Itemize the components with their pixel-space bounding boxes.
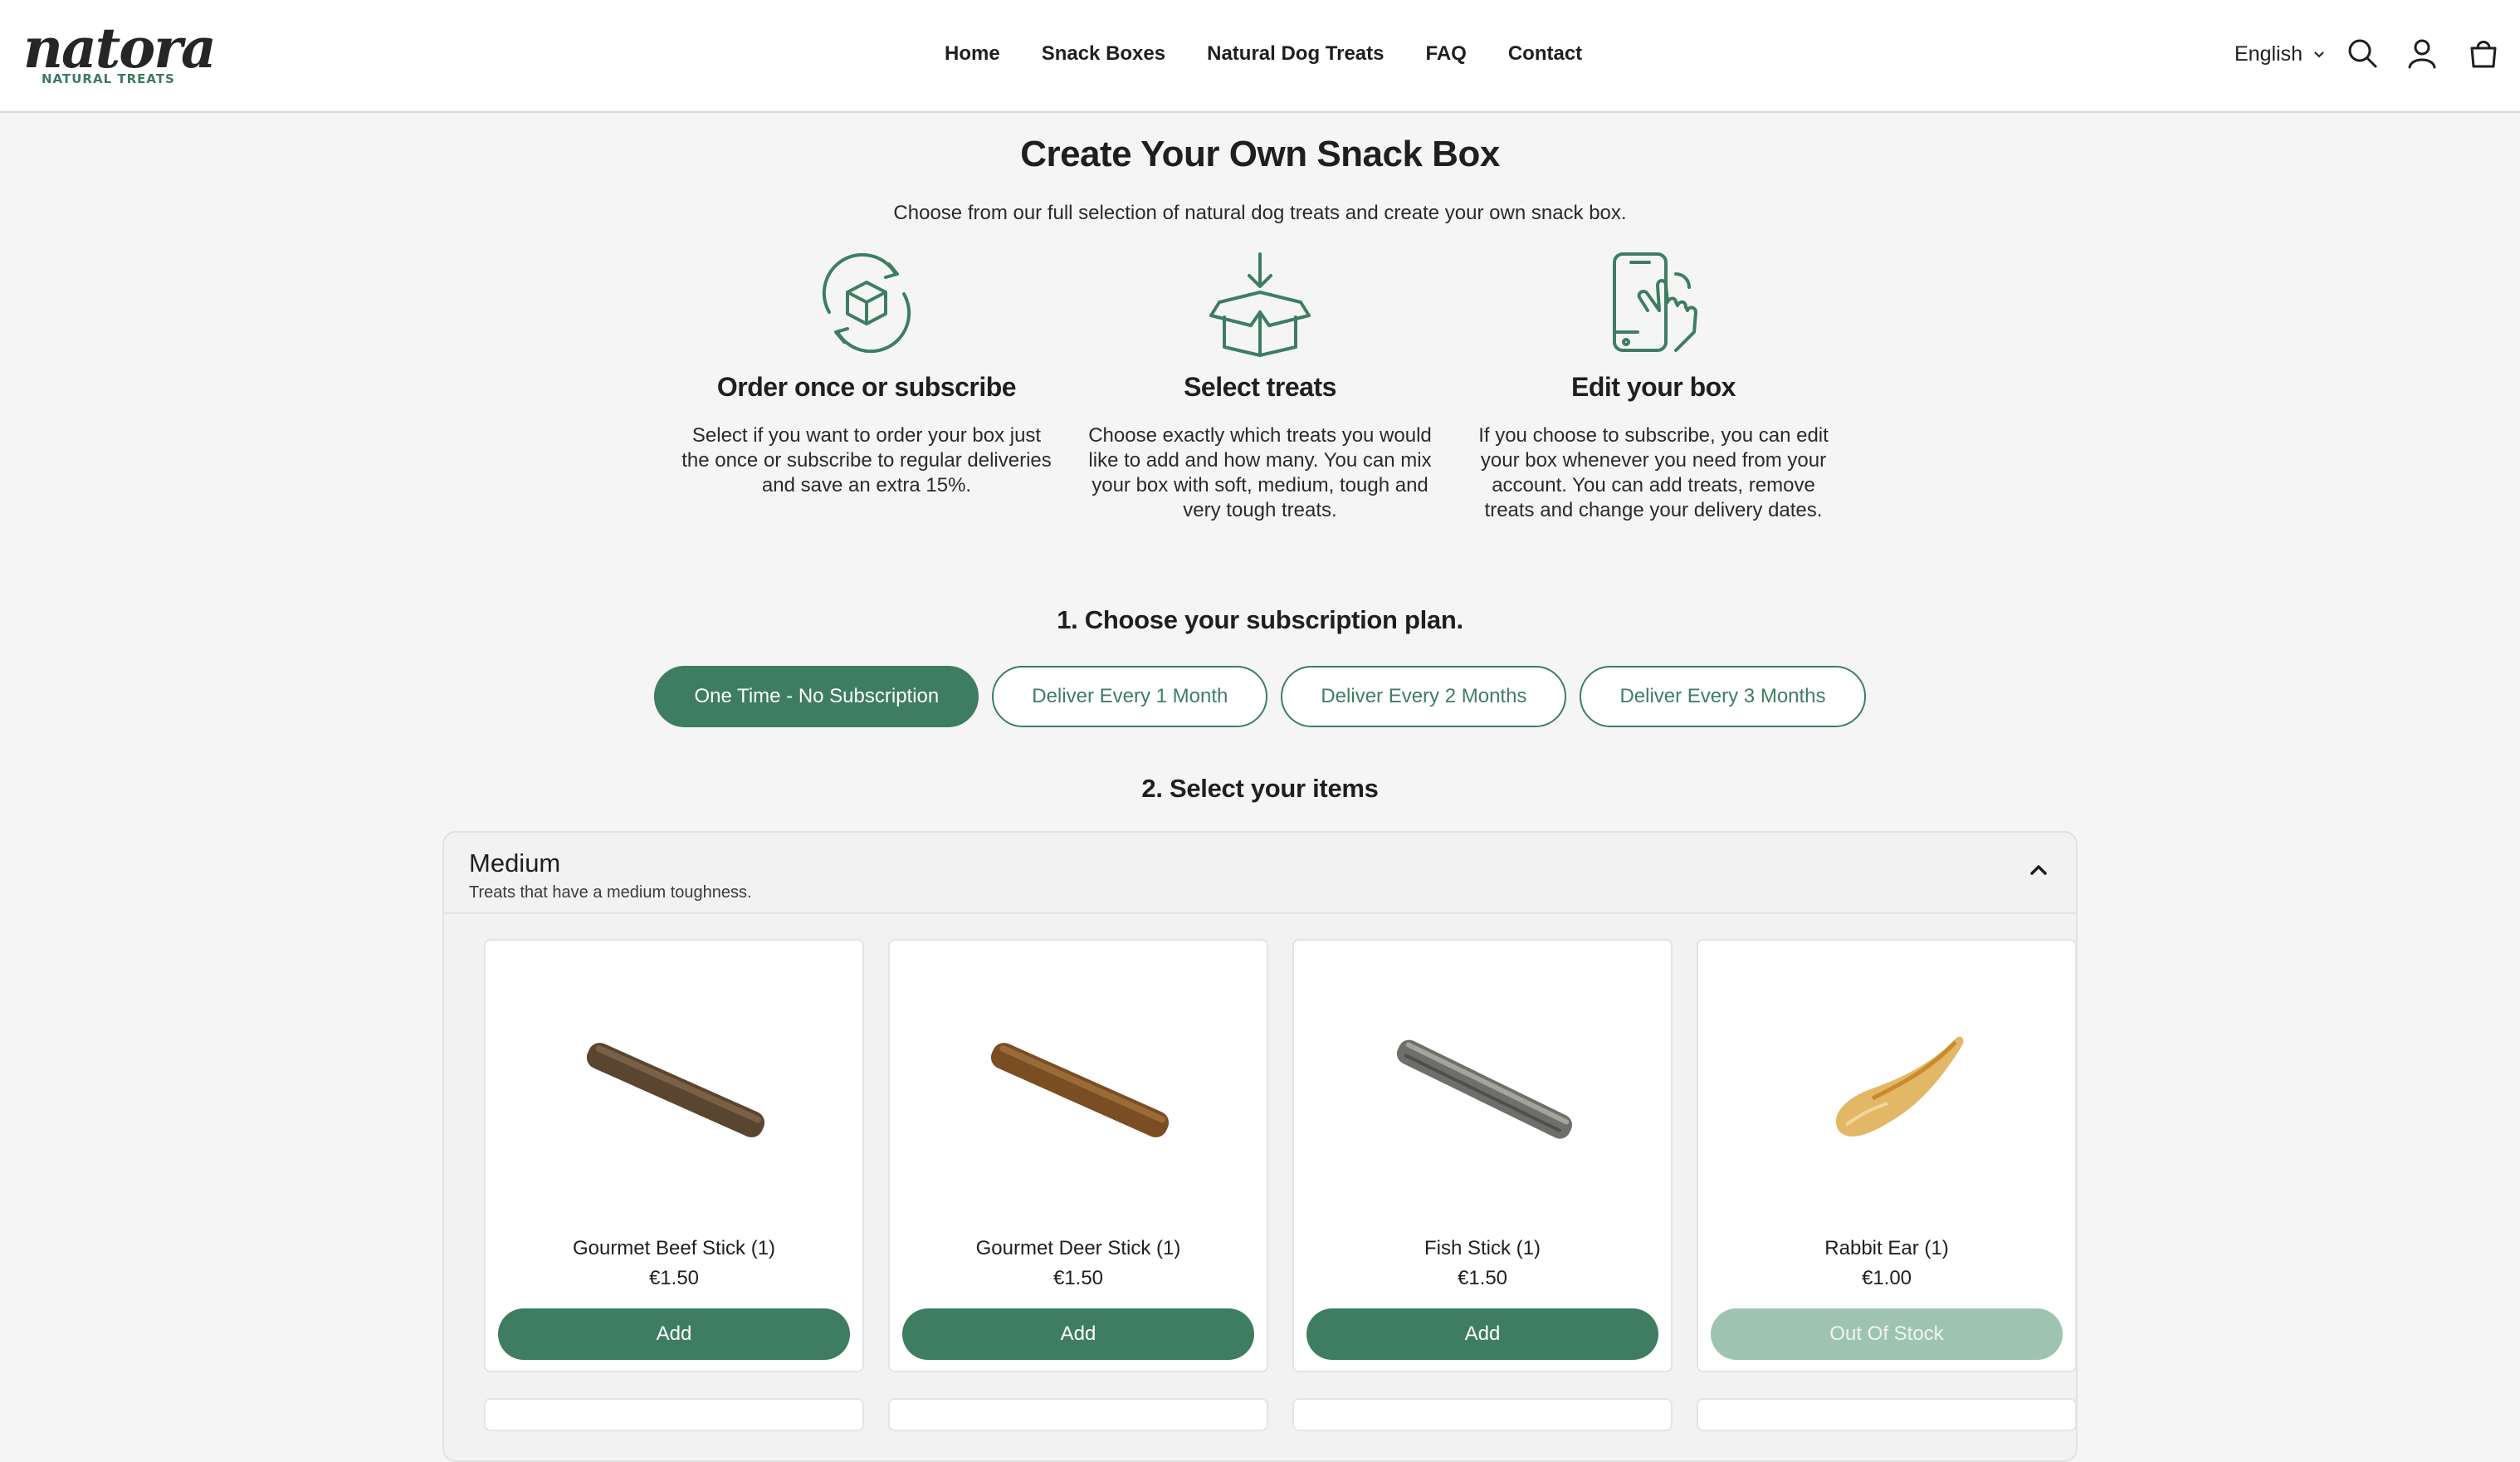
page-title: Create Your Own Snack Box [1020, 134, 1500, 174]
product-name: Fish Stick (1) [1424, 1237, 1541, 1259]
step-description: Choose exactly which treats you would li… [1088, 424, 1432, 521]
chevron-down-icon [2314, 51, 2324, 58]
product-card: Gourmet Beef Stick (1) €1.50 Add [484, 939, 864, 1372]
open-box-icon [1209, 252, 1311, 357]
step-title: Select treats [1184, 372, 1336, 402]
product-name: Gourmet Deer Stick (1) [975, 1237, 1181, 1259]
subscription-plan-options: One Time - No Subscription Deliver Every… [0, 666, 2520, 727]
natora-logo[interactable]: natora NATURAL TREATS [23, 18, 217, 93]
step-order-once-or-subscribe: Order once or subscribe Select if you wa… [676, 249, 1057, 498]
product-card [484, 1398, 864, 1431]
plan-every-3-months-button[interactable]: Deliver Every 3 Months [1580, 666, 1866, 727]
phone-tap-icon [1613, 252, 1697, 352]
nav-home[interactable]: Home [945, 40, 1000, 68]
nav-snack-boxes[interactable]: Snack Boxes [1042, 40, 1165, 68]
language-selector[interactable]: English [2234, 40, 2326, 68]
page-subtitle: Choose from our full selection of natura… [893, 202, 1627, 224]
fish-stick-image [1396, 1039, 1572, 1139]
main-nav: Home Snack Boxes Natural Dog Treats FAQ … [945, 40, 1582, 68]
product-name: Gourmet Beef Stick (1) [572, 1237, 776, 1259]
product-price: €1.50 [1052, 1267, 1104, 1289]
site-header: natora NATURAL TREATS Home Snack Boxes N… [0, 0, 2520, 113]
box-cycle-icon [822, 252, 911, 354]
product-card: Gourmet Deer Stick (1) €1.50 Add [888, 939, 1268, 1372]
product-price: €1.00 [1861, 1267, 1912, 1289]
step-description: Select if you want to order your box jus… [681, 424, 1052, 496]
logo-tagline: NATURAL TREATS [42, 71, 175, 86]
step-title: Order once or subscribe [716, 372, 1017, 402]
plan-every-2-months-button[interactable]: Deliver Every 2 Months [1281, 666, 1567, 727]
add-to-box-button[interactable]: Add [498, 1308, 850, 1360]
select-items-heading: 2. Select your items [1141, 774, 1379, 803]
product-card [888, 1398, 1268, 1431]
add-to-box-button[interactable]: Add [1306, 1308, 1658, 1360]
step-select-treats: Select treats Choose exactly which treat… [1069, 249, 1451, 523]
chevron-up-icon[interactable] [2026, 858, 2051, 883]
cart-icon[interactable] [2467, 37, 2500, 70]
plan-every-1-month-button[interactable]: Deliver Every 1 Month [992, 666, 1268, 727]
product-card: Rabbit Ear (1) €1.00 Out Of Stock [1697, 939, 2077, 1372]
search-icon[interactable] [2346, 37, 2379, 70]
product-name: Rabbit Ear (1) [1824, 1237, 1949, 1259]
category-title: Medium [469, 848, 561, 878]
beef-stick-image [586, 1043, 765, 1137]
rabbit-ear-image [1835, 1036, 1964, 1137]
out-of-stock-button: Out Of Stock [1711, 1308, 2063, 1360]
deer-stick-image [990, 1043, 1170, 1137]
step-title: Edit your box [1571, 372, 1736, 402]
nav-contact[interactable]: Contact [1508, 40, 1582, 68]
category-header[interactable]: Medium Treats that have a medium toughne… [444, 833, 2076, 914]
language-label: English [2234, 42, 2303, 66]
step-edit-your-box: Edit your box If you choose to subscribe… [1463, 249, 1844, 523]
step-description: If you choose to subscribe, you can edit… [1478, 424, 1829, 521]
category-description: Treats that have a medium toughness. [469, 883, 752, 902]
product-price: €1.50 [1457, 1267, 1508, 1289]
logo-wordmark: natora [23, 16, 217, 81]
nav-faq[interactable]: FAQ [1426, 40, 1467, 68]
account-icon[interactable] [2405, 37, 2439, 70]
nav-natural-dog-treats[interactable]: Natural Dog Treats [1207, 40, 1384, 68]
product-card: Fish Stick (1) €1.50 Add [1292, 939, 1673, 1372]
product-card [1697, 1398, 2077, 1431]
product-price: €1.50 [648, 1267, 700, 1289]
add-to-box-button[interactable]: Add [902, 1308, 1254, 1360]
subscription-plan-heading: 1. Choose your subscription plan. [1057, 605, 1463, 634]
product-card [1292, 1398, 1673, 1431]
plan-one-time-button[interactable]: One Time - No Subscription [654, 666, 979, 727]
